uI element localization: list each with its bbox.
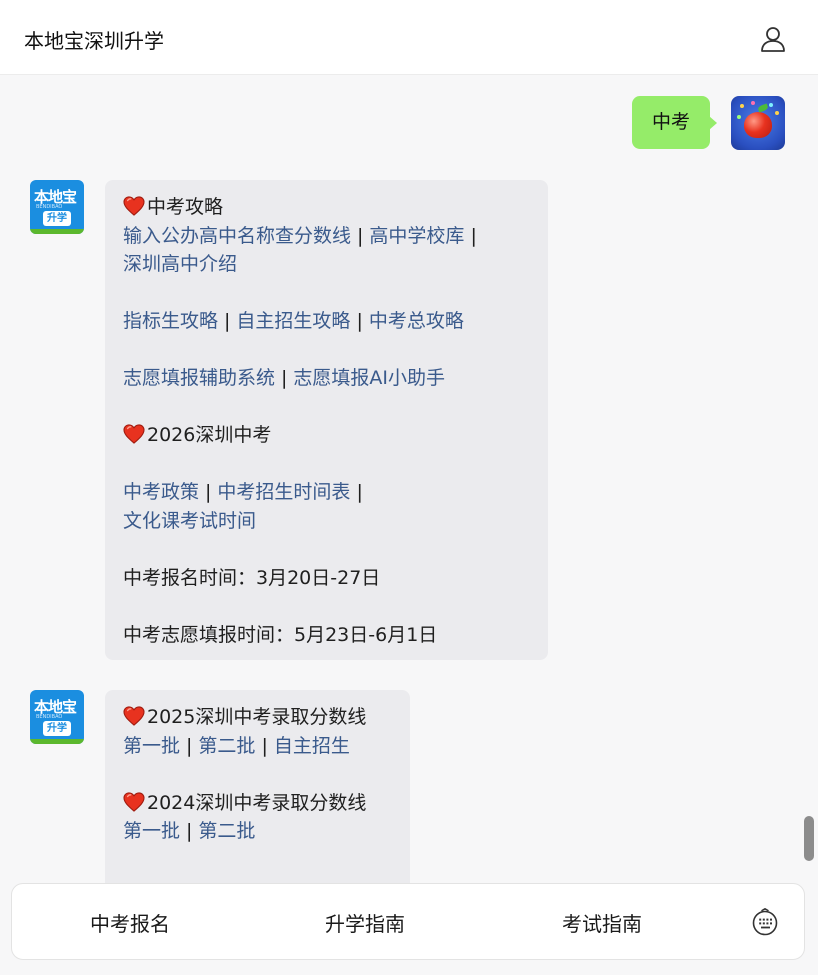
link-schedule[interactable]: 中考招生时间表 xyxy=(217,481,350,503)
heart-icon xyxy=(123,424,145,444)
link-score-lookup[interactable]: 输入公办高中名称查分数线 xyxy=(123,225,351,247)
section-title: 2025深圳中考录取分数线 xyxy=(123,703,392,732)
scrollbar-thumb[interactable] xyxy=(804,816,814,861)
link-row: 第一批 | 第二批 xyxy=(123,817,392,846)
link-batch-2[interactable]: 第二批 xyxy=(198,735,255,757)
link-row: 指标生攻略 | 自主招生攻略 | 中考总攻略 xyxy=(123,307,530,336)
leaf-icon xyxy=(757,103,769,113)
apple-icon xyxy=(744,112,772,138)
info-text: 中考报名时间：3月20日-27日 xyxy=(123,566,381,589)
link-policy[interactable]: 中考政策 xyxy=(123,481,199,503)
separator: | xyxy=(356,481,363,503)
heart-icon xyxy=(123,792,145,812)
logo-icon xyxy=(30,739,84,744)
link-row: 深圳高中介绍 xyxy=(123,250,530,279)
link-batch-1[interactable]: 第一批 xyxy=(123,735,180,757)
link-batch-2[interactable]: 第二批 xyxy=(198,820,255,842)
separator: | xyxy=(356,310,363,332)
section-title-text: 2024深圳中考录取分数线 xyxy=(147,791,367,814)
link-row: 输入公办高中名称查分数线 | 高中学校库 | xyxy=(123,222,530,251)
heart-icon xyxy=(123,196,145,216)
logo-icon xyxy=(30,229,84,234)
separator: | xyxy=(186,820,193,842)
logo-icon: 升学 xyxy=(43,211,71,226)
app-title: 本地宝深圳升学 xyxy=(24,29,164,53)
link-row: 中考政策 | 中考招生时间表 | xyxy=(123,478,530,507)
menu-item-registration[interactable]: 中考报名 xyxy=(90,908,170,937)
sparkle-icon xyxy=(737,115,741,119)
bot-message-bubble: 中考攻略 输入公办高中名称查分数线 | 高中学校库 | 深圳高中介绍 指标生攻略 | 自主… xyxy=(105,180,548,660)
link-self-enrollment[interactable]: 自主招生 xyxy=(274,735,350,757)
link-overall-guide[interactable]: 中考总攻略 xyxy=(369,310,464,332)
link-row: 文化课考试时间 xyxy=(123,507,530,536)
sparkle-icon xyxy=(740,104,744,108)
link-row: 志愿填报辅助系统 | 志愿填报AI小助手 xyxy=(123,364,530,393)
keyboard-icon[interactable] xyxy=(751,908,779,936)
link-application-system[interactable]: 志愿填报辅助系统 xyxy=(123,367,275,389)
sparkle-icon xyxy=(769,103,773,107)
chat-area[interactable]: 中考 本地宝 BENDIBAO 升学 中考攻略 输入公办高中名称查分数线 | 高中学… xyxy=(0,75,818,885)
link-exam-time[interactable]: 文化课考试时间 xyxy=(123,510,256,532)
separator: | xyxy=(470,224,477,247)
menu-item-exam-guide[interactable]: 考试指南 xyxy=(562,908,642,937)
logo-icon: 升学 xyxy=(43,721,71,736)
separator: | xyxy=(224,310,231,332)
separator: | xyxy=(205,481,212,503)
bot-avatar[interactable]: 本地宝 BENDIBAO 升学 xyxy=(30,690,84,744)
user-icon[interactable] xyxy=(760,26,786,52)
section-title-text: 2026深圳中考 xyxy=(147,424,272,446)
sparkle-icon xyxy=(751,101,755,105)
menu-item-guide[interactable]: 升学指南 xyxy=(325,908,405,937)
separator: | xyxy=(281,367,288,389)
bottom-menu-bar: 中考报名 升学指南 考试指南 xyxy=(11,883,805,960)
link-school-intro[interactable]: 深圳高中介绍 xyxy=(123,253,237,275)
section-title-text: 2025深圳中考录取分数线 xyxy=(147,706,367,728)
separator: | xyxy=(186,734,193,757)
sparkle-icon xyxy=(775,111,779,115)
link-batch-1[interactable]: 第一批 xyxy=(123,820,180,842)
section-title-text: 中考攻略 xyxy=(147,196,224,218)
link-quota-guide[interactable]: 指标生攻略 xyxy=(123,310,218,332)
user-message-bubble: 中考 xyxy=(632,96,717,149)
section-title: 2024深圳中考录取分数线 xyxy=(123,789,392,818)
separator: | xyxy=(261,734,268,757)
bot-avatar[interactable]: 本地宝 BENDIBAO 升学 xyxy=(30,180,84,234)
info-text: 中考志愿填报时间：5月23日-6月1日 xyxy=(123,623,438,646)
link-ai-assistant[interactable]: 志愿填报AI小助手 xyxy=(293,367,445,389)
logo-icon: BENDIBAO xyxy=(36,204,63,210)
link-self-enrollment-guide[interactable]: 自主招生攻略 xyxy=(236,310,350,332)
bot-message-bubble: 2025深圳中考录取分数线 第一批 | 第二批 | 自主招生 2024深圳中考录取分数线… xyxy=(105,690,410,885)
link-row: 第一批 | 第二批 | 自主招生 xyxy=(123,732,392,761)
user-avatar xyxy=(731,96,785,150)
section-title: 2026深圳中考 xyxy=(123,421,530,450)
section-title: 中考攻略 xyxy=(123,193,530,222)
header-bar: 本地宝深圳升学 xyxy=(0,0,818,75)
link-school-library[interactable]: 高中学校库 xyxy=(369,225,464,247)
logo-icon: BENDIBAO xyxy=(36,714,63,720)
separator: | xyxy=(357,224,364,247)
heart-icon xyxy=(123,706,145,726)
